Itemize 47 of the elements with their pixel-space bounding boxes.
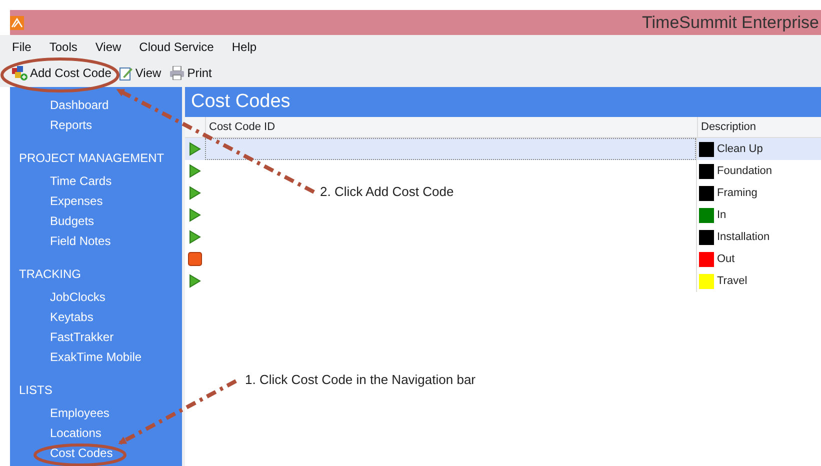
nav-item[interactable]: Cost Codes: [10, 443, 182, 463]
add-cubes-icon: [12, 66, 28, 80]
description-text: Installation: [717, 231, 770, 243]
nav-heading: TRACKING: [18, 266, 82, 283]
nav-item[interactable]: Time Cards: [10, 171, 182, 191]
toolbar-button[interactable]: View: [117, 66, 164, 80]
printer-icon: [169, 66, 186, 80]
table-row[interactable]: In: [185, 204, 821, 226]
column-header[interactable]: Description: [697, 117, 821, 137]
column-header[interactable]: Cost Code ID: [206, 117, 697, 137]
nav-item[interactable]: ExakTime Mobile: [10, 347, 182, 367]
toolbar-button[interactable]: Add Cost Code: [10, 66, 114, 80]
nav-item[interactable]: Employees: [10, 403, 182, 423]
nav-item[interactable]: Dashboard: [10, 95, 182, 115]
description-text: In: [717, 209, 726, 221]
description-text: Clean Up: [717, 143, 763, 155]
nav-item[interactable]: Expenses: [10, 191, 182, 211]
nav-item[interactable]: FastTrakker: [10, 327, 182, 347]
window-title: TimeSummit Enterprise: [642, 12, 820, 32]
menu-item[interactable]: File: [12, 40, 40, 54]
menu-item[interactable]: Cloud Service: [139, 40, 222, 54]
nav-heading: PROJECT MANAGEMENT: [18, 150, 166, 167]
app-logo-icon: [10, 16, 24, 30]
edit-document-icon: [119, 66, 134, 80]
table-row[interactable]: Out: [185, 248, 821, 270]
nav-item[interactable]: Locations: [10, 423, 182, 443]
callout-text: 1. Click Cost Code in the Navigation bar: [245, 372, 476, 387]
description-text: Travel: [717, 275, 748, 287]
menu-item[interactable]: Tools: [49, 40, 86, 54]
menu-item[interactable]: Help: [232, 40, 265, 54]
page-title: Cost Codes: [191, 91, 290, 113]
nav-item[interactable]: JobClocks: [10, 287, 182, 307]
table-row[interactable]: Foundation: [185, 160, 821, 182]
menu-item[interactable]: View: [95, 40, 130, 54]
nav-item[interactable]: Keytabs: [10, 307, 182, 327]
nav-item[interactable]: Reports: [10, 115, 182, 135]
description-text: Out: [717, 253, 735, 265]
description-text: Foundation: [717, 165, 772, 177]
table-row[interactable]: Installation: [185, 226, 821, 248]
callout-text: 2. Click Add Cost Code: [320, 184, 454, 199]
nav-item[interactable]: Field Notes: [10, 231, 182, 251]
nav-item[interactable]: Budgets: [10, 211, 182, 231]
toolbar-button[interactable]: Print: [167, 66, 214, 80]
table-row[interactable]: Travel: [185, 270, 821, 292]
description-text: Framing: [717, 187, 758, 199]
nav-heading: LISTS: [18, 382, 54, 399]
table-row[interactable]: Clean Up: [185, 138, 821, 160]
